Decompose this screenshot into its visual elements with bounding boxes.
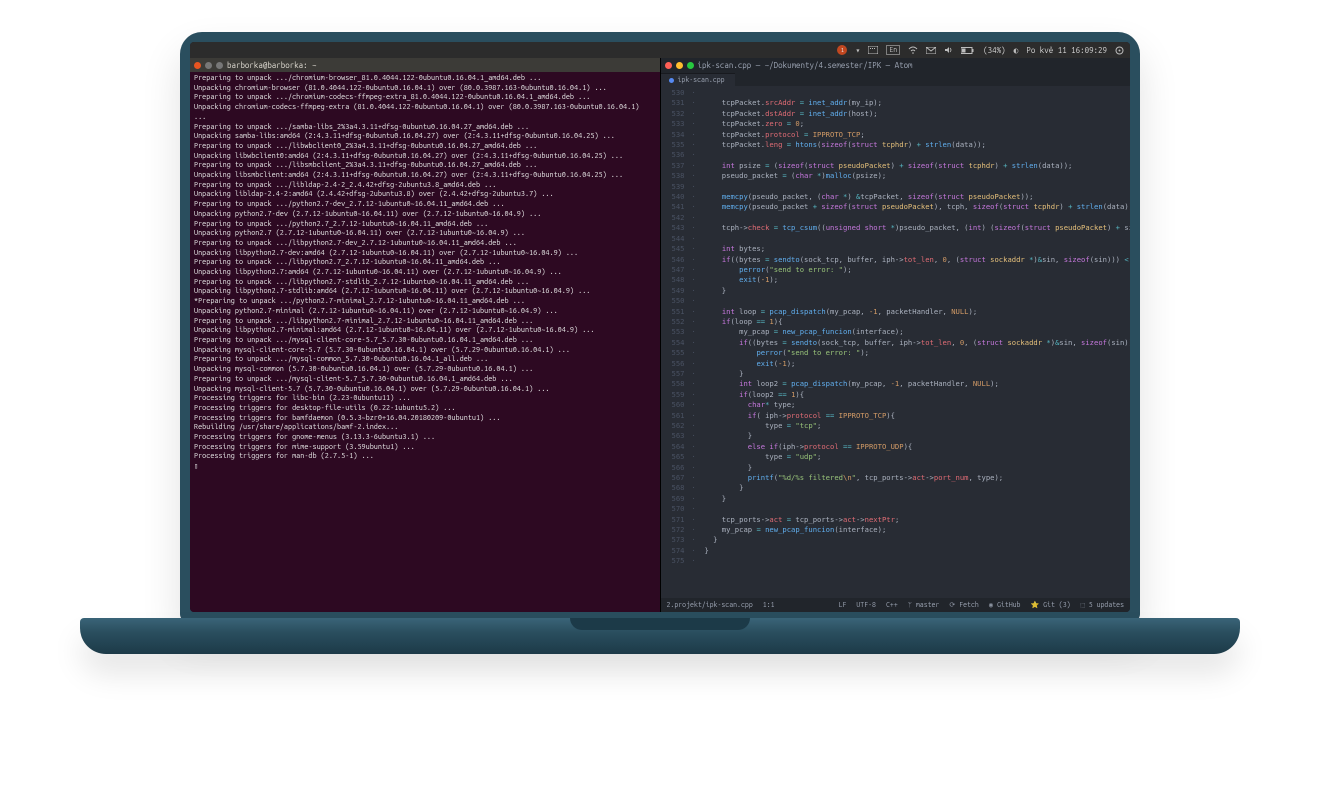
tab-label: ipk-scan.cpp xyxy=(678,76,725,84)
branch-icon: ᛘ xyxy=(908,601,916,609)
tab-file[interactable]: ipk-scan.cpp xyxy=(661,73,735,86)
brightness-icon[interactable]: ◐ xyxy=(1014,46,1019,55)
line-number-gutter: 530 531 532 533 534 535 536 537 538 539 … xyxy=(661,86,691,598)
status-language[interactable]: C++ xyxy=(886,601,898,609)
mail-icon[interactable] xyxy=(926,47,936,54)
status-git[interactable]: ⭐ Git (3) xyxy=(1030,601,1070,609)
laptop-hinge-notch xyxy=(570,618,750,630)
dropdown-icon[interactable]: ▾ xyxy=(855,46,860,55)
code-area[interactable]: 530 531 532 533 534 535 536 537 538 539 … xyxy=(661,86,1131,598)
terminal-body[interactable]: Preparing to unpack .../chromium-browser… xyxy=(190,72,660,612)
status-github[interactable]: ◉ GitHub xyxy=(989,601,1021,609)
laptop-base xyxy=(80,618,1240,654)
code-content[interactable]: tcpPacket.srcAddr = inet_addr(my_ip); tc… xyxy=(703,86,1131,598)
maximize-icon[interactable] xyxy=(216,62,223,69)
battery-icon[interactable] xyxy=(961,47,975,54)
fold-column[interactable]: · · · · · · · · · · · · · · · · · · · · … xyxy=(691,86,703,598)
tab-bar: ipk-scan.cpp xyxy=(661,72,1131,86)
battery-text: (34%) xyxy=(983,46,1005,55)
keyboard-icon[interactable] xyxy=(868,46,878,54)
terminal-titlebar[interactable]: barborka@barborka: ~ xyxy=(190,58,660,72)
volume-icon[interactable] xyxy=(944,46,953,54)
minimize-icon[interactable] xyxy=(205,62,212,69)
editor-window: ipk-scan.cpp — ~/Dokumenty/4.semester/IP… xyxy=(661,58,1131,612)
maximize-icon[interactable] xyxy=(687,62,694,69)
wifi-icon[interactable] xyxy=(908,46,918,54)
close-icon[interactable] xyxy=(194,62,201,69)
status-fetch[interactable]: ⟳ Fetch xyxy=(949,601,978,609)
editor-statusbar: 2.projekt/ipk-scan.cpp 1:1 LF UTF-8 C++ … xyxy=(661,598,1131,612)
status-path[interactable]: 2.projekt/ipk-scan.cpp xyxy=(667,601,753,609)
language-indicator[interactable]: En xyxy=(886,45,900,55)
top-statusbar: 1 ▾ En (34%) ◐ Po kvě 11 16:09:29 xyxy=(190,42,1130,58)
clock-text[interactable]: Po kvě 11 16:09:29 xyxy=(1026,46,1107,55)
git-icon: ⭐ xyxy=(1030,601,1043,609)
status-updates[interactable]: ⬚ 5 updates xyxy=(1081,601,1124,609)
modified-dot-icon xyxy=(669,78,674,83)
minimize-icon[interactable] xyxy=(676,62,683,69)
package-icon: ⬚ xyxy=(1081,601,1089,609)
terminal-window: barborka@barborka: ~ Preparing to unpack… xyxy=(190,58,661,612)
gear-icon[interactable] xyxy=(1115,46,1124,55)
close-icon[interactable] xyxy=(665,62,672,69)
status-branch[interactable]: ᛘ master xyxy=(908,601,940,609)
github-icon: ◉ xyxy=(989,601,997,609)
status-cursor-pos[interactable]: 1:1 xyxy=(763,601,775,609)
sync-icon: ⟳ xyxy=(949,601,959,609)
status-line-ending[interactable]: LF xyxy=(839,601,847,609)
indicator-badge-icon[interactable]: 1 xyxy=(837,45,847,55)
status-encoding[interactable]: UTF-8 xyxy=(856,601,876,609)
desktop-screen: 1 ▾ En (34%) ◐ Po kvě 11 16:09:29 xyxy=(190,42,1130,612)
editor-title: ipk-scan.cpp — ~/Dokumenty/4.semester/IP… xyxy=(698,61,913,70)
laptop-frame: 1 ▾ En (34%) ◐ Po kvě 11 16:09:29 xyxy=(180,32,1140,622)
editor-titlebar[interactable]: ipk-scan.cpp — ~/Dokumenty/4.semester/IP… xyxy=(661,58,1131,72)
terminal-title: barborka@barborka: ~ xyxy=(227,61,317,70)
